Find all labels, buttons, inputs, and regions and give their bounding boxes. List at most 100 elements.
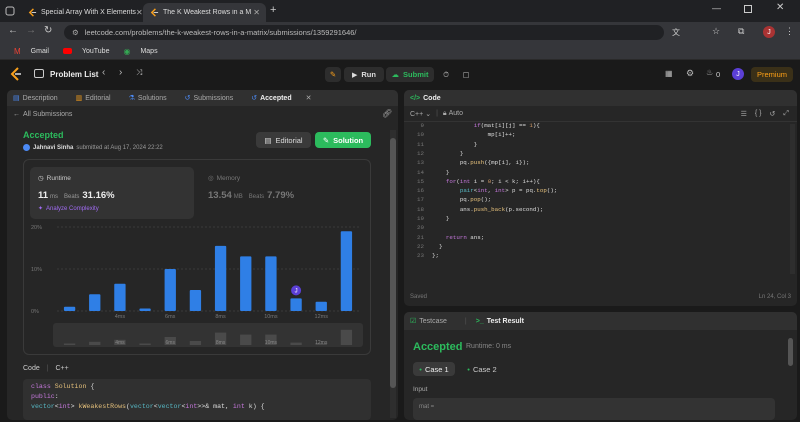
chart-bar[interactable] xyxy=(114,283,126,311)
extensions-icon[interactable]: ⧉ xyxy=(738,26,744,37)
description-icon: ▤ xyxy=(13,95,20,102)
chart-bar[interactable] xyxy=(340,231,353,311)
profile-avatar[interactable]: J xyxy=(763,26,775,38)
back-icon[interactable]: ← xyxy=(8,25,18,36)
run-button[interactable]: ▶ Run xyxy=(344,67,384,82)
minimize-icon[interactable]: — xyxy=(712,3,721,13)
leetcode-logo-icon[interactable] xyxy=(10,67,22,83)
tab-search-icon[interactable] xyxy=(4,5,16,17)
translate-icon[interactable]: 文 xyxy=(672,27,680,38)
code-line: }; xyxy=(432,252,439,260)
pass-dot-icon: • xyxy=(419,364,422,374)
tab-testcase[interactable]: ☑ Testcase xyxy=(410,317,456,326)
reload-icon[interactable]: ↻ xyxy=(44,25,52,36)
gmail-icon: M xyxy=(14,46,21,56)
code-editor-panel: </> Code C++ ⌄ | 🔒︎ Auto ☰ { } ↺ ⤢ 9 if(ma… xyxy=(404,90,797,306)
timer-icon[interactable]: ⏱ xyxy=(439,67,453,82)
memory-box[interactable]: ◎ Memory 13.54 MB Beats 7.79% xyxy=(200,167,364,219)
chart-bar[interactable] xyxy=(139,308,151,311)
line-number: 15 xyxy=(417,177,424,185)
chart-bar[interactable] xyxy=(290,298,302,311)
chart-bar[interactable] xyxy=(164,269,176,311)
range-bar xyxy=(290,342,302,345)
range-tick-label: 4ms xyxy=(115,340,125,346)
code-editor[interactable]: 9 if(mat[i][j] == 1){10 mp[i]++; 11 } 12 }… xyxy=(404,122,788,282)
case-1-tab[interactable]: • Case 1 xyxy=(413,362,455,376)
chart-bar[interactable] xyxy=(189,290,202,311)
browser-menu-icon[interactable]: ⋮ xyxy=(785,26,794,37)
autocomplete-toggle[interactable]: 🔒︎ Auto xyxy=(443,110,463,118)
debug-button[interactable]: ✎ xyxy=(325,67,341,82)
tab-submissions[interactable]: ↺ Submissions xyxy=(185,94,243,103)
tab-description[interactable]: ▤ Description xyxy=(13,94,67,103)
tab-accepted[interactable]: ↺ Accepted ✕ xyxy=(251,94,320,103)
editor-scrollbar[interactable] xyxy=(790,124,795,274)
pass-dot-icon: • xyxy=(467,364,470,374)
submitted-time: submitted at Aug 17, 2024 22:22 xyxy=(76,144,163,151)
chart-bar[interactable] xyxy=(89,294,101,311)
user-avatar[interactable]: J xyxy=(732,68,744,80)
site-info-icon[interactable]: ⚙ xyxy=(72,28,79,37)
line-number: 21 xyxy=(417,233,424,241)
problem-list-link[interactable]: Problem List xyxy=(50,70,98,79)
divider: | xyxy=(436,110,438,117)
chart-bar[interactable] xyxy=(315,301,327,311)
next-problem-icon[interactable]: › xyxy=(119,67,122,78)
left-scrollbar[interactable] xyxy=(390,130,396,418)
case-2-tab[interactable]: • Case 2 xyxy=(461,362,503,376)
new-tab-icon[interactable]: + xyxy=(270,4,276,16)
language-select[interactable]: C++ ⌄ xyxy=(410,110,431,118)
streak-fire-icon[interactable]: ♨ xyxy=(706,68,713,77)
bookmark-star-icon[interactable]: ☆ xyxy=(712,26,720,37)
layout-icon[interactable]: ▦ xyxy=(665,69,673,78)
runtime-distribution-chart[interactable]: 20% 10% 0% J 4ms 6ms 8ms 10ms 12ms 4ms 6ms 8ms 10ms 1… xyxy=(27,223,367,353)
maximize-icon[interactable] xyxy=(744,5,752,13)
runtime-box[interactable]: ◷ Runtime 11 ms Beats 31.16% ✦ Analyze Com… xyxy=(30,167,194,219)
browser-tab-1[interactable]: Special Array With X Elements ✕ xyxy=(22,3,142,22)
chart-bar[interactable] xyxy=(63,306,76,311)
notes-icon[interactable]: ▢ xyxy=(459,67,473,82)
editorial-icon: ▤ xyxy=(264,135,272,145)
chart-bar[interactable] xyxy=(240,256,252,311)
scroll-thumb[interactable] xyxy=(390,138,396,388)
chart-bar[interactable] xyxy=(265,256,277,311)
browser-tab-2[interactable]: The K Weakest Rows in a Matrix ✕ xyxy=(143,3,266,22)
bookmark-youtube[interactable]: YouTube xyxy=(56,48,109,55)
premium-button[interactable]: Premium xyxy=(751,67,793,82)
runtime-beats-label: Beats xyxy=(64,194,80,200)
bookmark-icon[interactable]: ☰ xyxy=(741,110,747,118)
shuffle-icon[interactable]: ⤨ xyxy=(136,68,142,78)
close-window-icon[interactable]: ✕ xyxy=(776,2,784,13)
result-scrollbar[interactable] xyxy=(788,338,793,366)
reset-icon[interactable]: ↺ xyxy=(770,110,776,118)
forward-icon[interactable]: → xyxy=(26,25,36,36)
bookmark-gmail[interactable]: M Gmail xyxy=(7,47,49,56)
link-icon[interactable]: 🔗︎ xyxy=(382,109,392,118)
settings-icon[interactable]: ⚙ xyxy=(686,68,694,79)
bookmark-maps[interactable]: ◉ Maps xyxy=(116,47,157,56)
close-icon[interactable]: ✕ xyxy=(306,94,312,102)
problem-list-icon[interactable] xyxy=(34,69,44,78)
fullscreen-icon[interactable]: ⤢ xyxy=(783,110,789,118)
address-bar[interactable]: ⚙ leetcode.com/problems/the-k-weakest-ro… xyxy=(64,25,664,40)
prev-problem-icon[interactable]: ‹ xyxy=(102,67,105,78)
analyze-complexity-link[interactable]: ✦ Analyze Complexity xyxy=(38,205,99,212)
submit-button[interactable]: ☁ Submit xyxy=(386,67,434,82)
braces-icon[interactable]: { } xyxy=(755,110,762,117)
close-icon[interactable]: ✕ xyxy=(253,8,260,17)
line-number: 14 xyxy=(417,168,424,176)
code-tab[interactable]: </> Code xyxy=(410,95,450,102)
editorial-button[interactable]: ▤ Editorial xyxy=(256,132,311,148)
divider: | xyxy=(46,365,49,372)
author-name[interactable]: Jahnavi Sinha xyxy=(33,145,73,151)
code-line: pair<int, int> p = pq.top(); xyxy=(459,187,558,195)
tab-editorial[interactable]: ▥ Editorial xyxy=(75,94,120,103)
tab-test-result[interactable]: >_ Test Result xyxy=(476,318,533,325)
chart-bar[interactable] xyxy=(214,245,227,311)
close-icon[interactable]: ✕ xyxy=(136,8,142,17)
tab-solutions[interactable]: ⚗ Solutions xyxy=(129,94,176,103)
editorial-icon: ▥ xyxy=(75,95,83,102)
back-to-submissions[interactable]: ← All Submissions xyxy=(13,111,72,118)
code-line: } xyxy=(432,149,464,157)
solution-button[interactable]: ✎ Solution xyxy=(315,132,371,148)
